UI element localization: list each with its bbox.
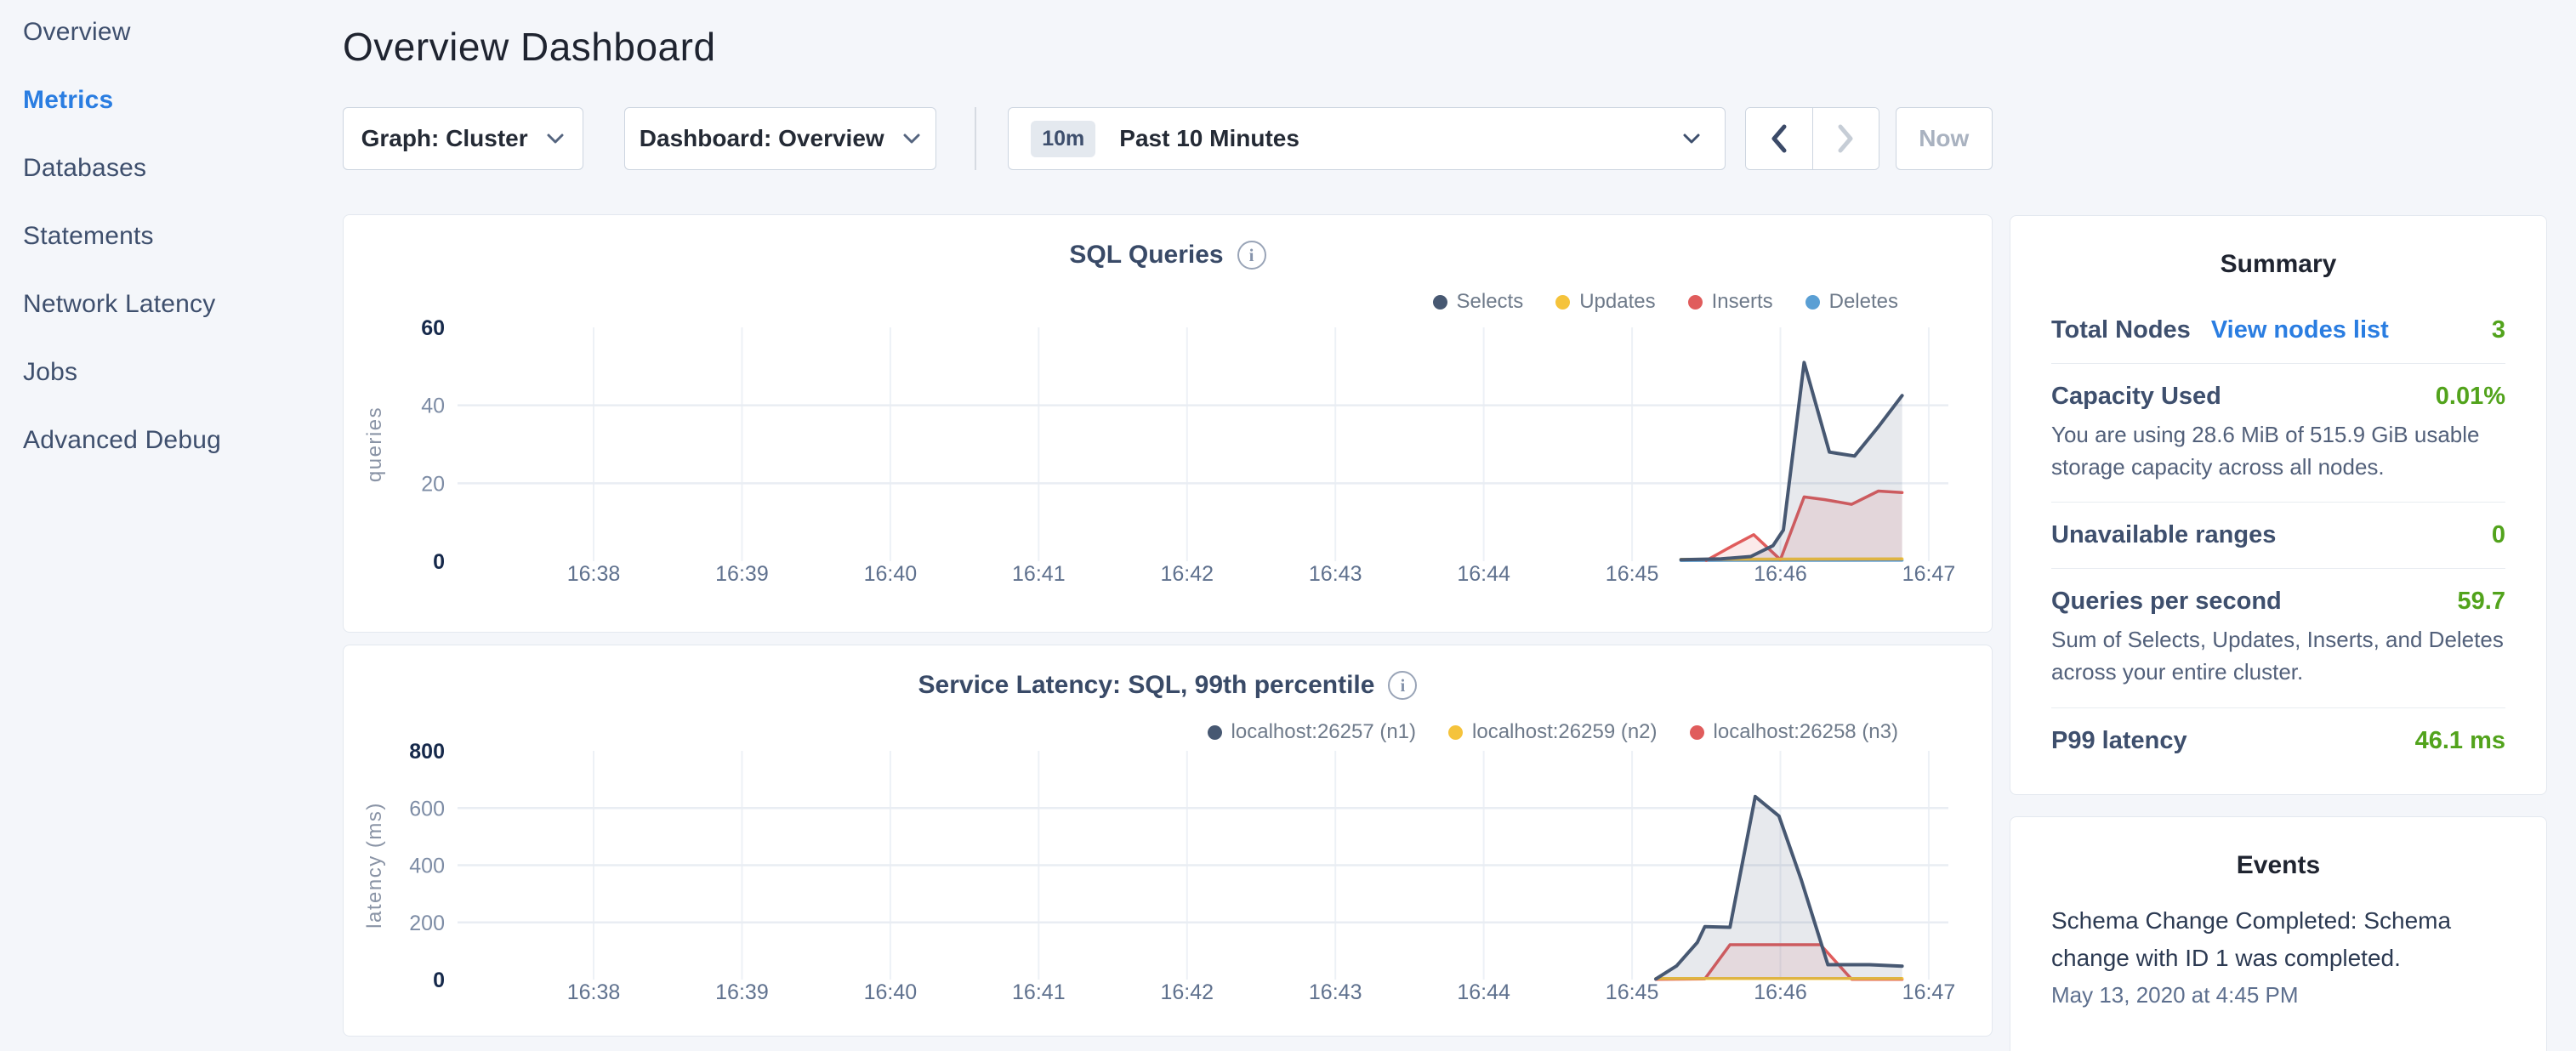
svg-text:16:41: 16:41: [1012, 980, 1066, 1004]
svg-text:16:45: 16:45: [1606, 562, 1659, 586]
controls-bar: Graph: Cluster Dashboard: Overview 10m P…: [343, 107, 1993, 170]
graph-dropdown[interactable]: Graph: Cluster: [343, 107, 583, 170]
events-panel: Events Schema Change Completed: Schema c…: [2010, 816, 2547, 1051]
summary-label: Unavailable ranges: [2051, 521, 2276, 549]
summary-panel: Summary Total Nodes View nodes list 3 Capac…: [2010, 215, 2547, 795]
event-message: Schema Change Completed: Schema change w…: [2051, 902, 2505, 977]
page-title: Overview Dashboard: [343, 24, 1993, 70]
service-latency-chart-card: Service Latency: SQL, 99th percentile i …: [343, 645, 1993, 1037]
svg-text:16:47: 16:47: [1902, 562, 1956, 586]
svg-text:0: 0: [433, 550, 445, 574]
time-range-badge: 10m: [1031, 121, 1095, 157]
summary-label: P99 latency: [2051, 727, 2187, 755]
sidebar-item-jobs[interactable]: Jobs: [23, 358, 343, 387]
now-button[interactable]: Now: [1896, 107, 1993, 170]
svg-text:16:44: 16:44: [1457, 562, 1510, 586]
y-axis-ticks: 0 20 40 60: [421, 316, 445, 574]
x-axis-ticks: 16:38 16:39 16:40 16:41 16:42 16:43 16:44 16:45…: [567, 980, 1956, 1004]
summary-value: 0.01%: [2436, 383, 2505, 411]
svg-text:0: 0: [433, 969, 445, 992]
summary-row-capacity-used: Capacity Used 0.01% You are using 28.6 MiB…: [2051, 363, 2505, 502]
svg-text:16:39: 16:39: [715, 562, 769, 586]
svg-text:16:45: 16:45: [1606, 980, 1659, 1004]
sidebar-item-advanced-debug[interactable]: Advanced Debug: [23, 426, 343, 455]
svg-text:16:46: 16:46: [1754, 980, 1807, 1004]
events-title: Events: [2051, 851, 2505, 880]
event-timestamp: May 13, 2020 at 4:45 PM: [2051, 982, 2505, 1008]
time-range-label: Past 10 Minutes: [1119, 125, 1299, 152]
summary-label: Queries per second: [2051, 588, 2282, 616]
y-axis-ticks: 0 200 400 600 800: [409, 740, 445, 992]
gridlines: [458, 327, 1948, 561]
svg-text:800: 800: [409, 740, 445, 764]
summary-row-queries-per-second: Queries per second 59.7 Sum of Selects, Up…: [2051, 568, 2505, 707]
chevron-left-icon: [1768, 122, 1790, 156]
summary-value: 0: [2492, 521, 2505, 549]
svg-text:16:42: 16:42: [1160, 980, 1214, 1004]
svg-text:200: 200: [409, 912, 445, 935]
sidebar: Overview Metrics Databases Statements Networ…: [0, 0, 343, 494]
svg-text:600: 600: [409, 797, 445, 821]
graph-dropdown-label: Graph: Cluster: [361, 125, 528, 152]
x-axis-ticks: 16:38 16:39 16:40 16:41 16:42 16:43 16:44 16:45…: [567, 562, 1956, 586]
sidebar-item-overview[interactable]: Overview: [23, 18, 343, 47]
y-axis-label: latency (ms): [363, 802, 386, 929]
event-item: Schema Change Completed: Schema change w…: [2051, 902, 2505, 1008]
summary-subtext: You are using 28.6 MiB of 515.9 GiB usab…: [2051, 419, 2505, 483]
svg-text:16:46: 16:46: [1754, 562, 1807, 586]
summary-row-p99-latency: P99 latency 46.1 ms: [2051, 707, 2505, 774]
chevron-down-icon: [545, 132, 566, 145]
svg-text:16:43: 16:43: [1309, 562, 1362, 586]
dashboard-dropdown-label: Dashboard: Overview: [640, 125, 884, 152]
svg-text:16:42: 16:42: [1160, 562, 1214, 586]
sidebar-item-network-latency[interactable]: Network Latency: [23, 290, 343, 319]
main-content: Overview Dashboard Graph: Cluster Dashbo…: [343, 0, 1993, 1037]
time-forward-button[interactable]: [1812, 108, 1879, 169]
time-step-buttons: [1745, 107, 1879, 170]
svg-text:16:39: 16:39: [715, 980, 769, 1004]
svg-text:60: 60: [421, 316, 445, 340]
summary-value: 3: [2492, 316, 2505, 344]
summary-value: 59.7: [2458, 588, 2505, 616]
sql-queries-chart-card: SQL Queries i SelectsUpdatesInsertsDelet…: [343, 214, 1993, 633]
svg-text:16:38: 16:38: [567, 980, 621, 1004]
svg-text:400: 400: [409, 855, 445, 878]
view-nodes-link[interactable]: View nodes list: [2211, 316, 2389, 344]
y-axis-label: queries: [363, 406, 386, 482]
sidebar-item-statements[interactable]: Statements: [23, 222, 343, 251]
time-back-button[interactable]: [1746, 108, 1812, 169]
summary-row-unavailable-ranges: Unavailable ranges 0: [2051, 502, 2505, 568]
summary-subtext: Sum of Selects, Updates, Inserts, and De…: [2051, 624, 2505, 688]
summary-value: 46.1 ms: [2415, 727, 2505, 755]
chevron-down-icon: [1680, 131, 1703, 146]
sidebar-item-databases[interactable]: Databases: [23, 154, 343, 183]
sidebar-item-metrics[interactable]: Metrics: [23, 86, 343, 115]
time-window-selector[interactable]: 10m Past 10 Minutes: [1008, 107, 1725, 170]
svg-text:20: 20: [421, 472, 445, 496]
svg-text:16:41: 16:41: [1012, 562, 1066, 586]
summary-title: Summary: [2051, 250, 2505, 279]
summary-label: Total Nodes: [2051, 316, 2191, 344]
svg-text:16:38: 16:38: [567, 562, 621, 586]
right-sidebar: Summary Total Nodes View nodes list 3 Capac…: [2010, 215, 2547, 1051]
series-area-localhost-26257-n1: [1656, 797, 1902, 980]
svg-text:16:44: 16:44: [1457, 980, 1510, 1004]
svg-text:40: 40: [421, 395, 445, 418]
controls-divider: [975, 107, 976, 170]
svg-text:16:43: 16:43: [1309, 980, 1362, 1004]
chevron-right-icon: [1834, 122, 1857, 156]
svg-text:16:40: 16:40: [864, 562, 918, 586]
dashboard-dropdown[interactable]: Dashboard: Overview: [624, 107, 936, 170]
summary-row-total-nodes: Total Nodes View nodes list 3: [2051, 298, 2505, 363]
svg-text:16:40: 16:40: [864, 980, 918, 1004]
svg-text:16:47: 16:47: [1902, 980, 1956, 1004]
sql-queries-chart[interactable]: 020406016:3816:3916:4016:4116:4216:4316:…: [344, 215, 1992, 632]
service-latency-chart[interactable]: 020040060080016:3816:3916:4016:4116:4216…: [344, 645, 1992, 1036]
summary-label: Capacity Used: [2051, 383, 2221, 411]
chevron-down-icon: [901, 132, 922, 145]
